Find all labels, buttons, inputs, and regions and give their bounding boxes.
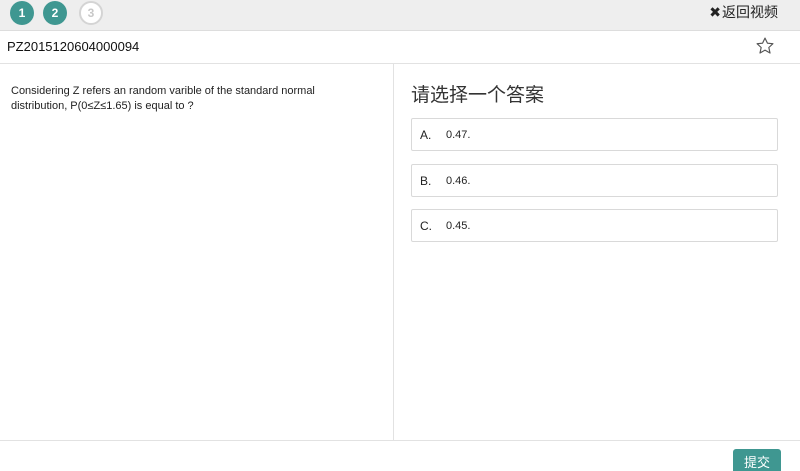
option-value: 0.47.	[446, 128, 471, 141]
step-1-indicator[interactable]: 1	[10, 1, 34, 25]
question-text: Considering Z refers an random varible o…	[11, 85, 315, 112]
answer-option-b[interactable]: B. 0.46.	[411, 164, 778, 197]
answer-option-c[interactable]: C. 0.45.	[411, 209, 778, 242]
back-to-video-button[interactable]: ✖ 返回视频	[709, 2, 778, 22]
star-outline-icon[interactable]	[755, 36, 775, 56]
question-id: PZ2015120604000094	[7, 39, 140, 54]
answer-prompt: 请选择一个答案	[411, 85, 545, 106]
option-letter: B.	[420, 173, 432, 188]
answer-option-a[interactable]: A. 0.47.	[411, 118, 778, 151]
option-value: 0.45.	[446, 219, 471, 232]
top-bar: 1 2 3 ✖ 返回视频	[0, 0, 800, 31]
answer-panel: 请选择一个答案 A. 0.47. B. 0.46. C. 0.45.	[394, 64, 800, 440]
footer-bar: 提交	[0, 440, 800, 471]
option-value: 0.46.	[446, 174, 471, 187]
question-panel: Considering Z refers an random varible o…	[0, 64, 394, 440]
option-letter: C.	[420, 218, 432, 233]
question-id-bar: PZ2015120604000094	[0, 31, 800, 64]
option-letter: A.	[420, 127, 432, 142]
step-2-indicator[interactable]: 2	[43, 1, 67, 25]
close-icon: ✖	[709, 3, 721, 20]
back-to-video-label: 返回视频	[722, 4, 778, 20]
submit-button[interactable]: 提交	[733, 449, 781, 471]
step-3-indicator[interactable]: 3	[79, 1, 103, 25]
